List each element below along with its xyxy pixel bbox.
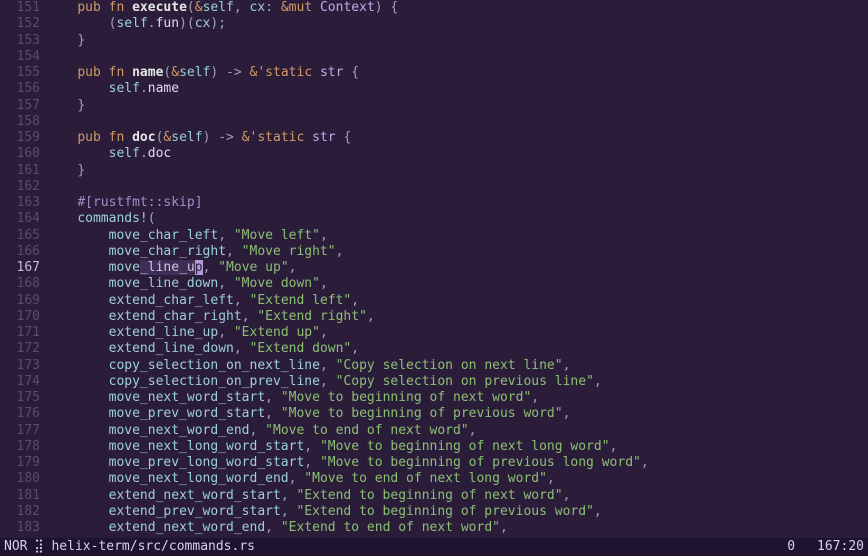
line-number: 172	[0, 341, 40, 357]
line-number: 175	[0, 390, 40, 406]
code-line[interactable]: pub fn execute(&self, cx: &mut Context) …	[46, 0, 868, 16]
code-line[interactable]: move_char_right, "Move right",	[46, 244, 868, 260]
mode-indicator: NOR	[4, 539, 27, 555]
line-number: 159	[0, 130, 40, 146]
code-line[interactable]: extend_char_right, "Extend right",	[46, 309, 868, 325]
code-line[interactable]: }	[46, 163, 868, 179]
line-number: 169	[0, 293, 40, 309]
line-number-gutter: 1511521531541551561571581591601611621631…	[0, 0, 46, 538]
line-number: 171	[0, 325, 40, 341]
code-line[interactable]: copy_selection_on_next_line, "Copy selec…	[46, 358, 868, 374]
code-line[interactable]: extend_next_word_start, "Extend to begin…	[46, 488, 868, 504]
line-number: 152	[0, 16, 40, 32]
code-line[interactable]: (self.fun)(cx);	[46, 16, 868, 32]
status-bar: NOR ⣽ helix-term/src/commands.rs 0 167:2…	[0, 538, 868, 556]
code-line[interactable]	[46, 179, 868, 195]
code-line[interactable]: copy_selection_on_prev_line, "Copy selec…	[46, 374, 868, 390]
line-number: 178	[0, 439, 40, 455]
file-path: helix-term/src/commands.rs	[51, 539, 255, 555]
line-number: 174	[0, 374, 40, 390]
code-line[interactable]: move_next_long_word_start, "Move to begi…	[46, 439, 868, 455]
code-line[interactable]: self.doc	[46, 146, 868, 162]
line-number: 166	[0, 244, 40, 260]
code-line[interactable]: self.name	[46, 81, 868, 97]
line-number: 167	[0, 260, 40, 276]
code-line[interactable]: }	[46, 98, 868, 114]
line-number: 157	[0, 98, 40, 114]
line-number: 183	[0, 520, 40, 536]
code-line[interactable]: pub fn name(&self) -> &'static str {	[46, 65, 868, 81]
code-line[interactable]: pub fn doc(&self) -> &'static str {	[46, 130, 868, 146]
line-number: 161	[0, 163, 40, 179]
line-number: 176	[0, 406, 40, 422]
line-number: 154	[0, 49, 40, 65]
code-line[interactable]	[46, 49, 868, 65]
line-number: 155	[0, 65, 40, 81]
line-number: 168	[0, 276, 40, 292]
line-number: 170	[0, 309, 40, 325]
code-line[interactable]: extend_next_word_end, "Extend to end of …	[46, 520, 868, 536]
code-line[interactable]: move_prev_word_start, "Move to beginning…	[46, 406, 868, 422]
code-line[interactable]: move_prev_long_word_start, "Move to begi…	[46, 455, 868, 471]
code-line[interactable]: extend_line_down, "Extend down",	[46, 341, 868, 357]
diagnostic-count: 0	[787, 539, 795, 555]
line-number: 153	[0, 33, 40, 49]
cursor-position: 167:20	[817, 539, 864, 555]
code-line[interactable]	[46, 114, 868, 130]
code-line[interactable]: extend_prev_word_start, "Extend to begin…	[46, 504, 868, 520]
spinner-icon: ⣽	[31, 539, 45, 555]
code-line[interactable]: extend_char_left, "Extend left",	[46, 293, 868, 309]
code-area[interactable]: pub fn execute(&self, cx: &mut Context) …	[46, 0, 868, 538]
code-line[interactable]: }	[46, 33, 868, 49]
code-line[interactable]: move_line_down, "Move down",	[46, 276, 868, 292]
line-number: 177	[0, 423, 40, 439]
code-line[interactable]: move_line_up, "Move up",	[46, 260, 868, 276]
code-line[interactable]: move_next_word_start, "Move to beginning…	[46, 390, 868, 406]
line-number: 165	[0, 228, 40, 244]
line-number: 179	[0, 455, 40, 471]
line-number: 156	[0, 81, 40, 97]
line-number: 160	[0, 146, 40, 162]
line-number: 151	[0, 0, 40, 16]
code-line[interactable]: move_next_word_end, "Move to end of next…	[46, 423, 868, 439]
code-line[interactable]: move_char_left, "Move left",	[46, 228, 868, 244]
line-number: 162	[0, 179, 40, 195]
line-number: 173	[0, 358, 40, 374]
line-number: 158	[0, 114, 40, 130]
code-line[interactable]: #[rustfmt::skip]	[46, 195, 868, 211]
line-number: 164	[0, 211, 40, 227]
editor-viewport[interactable]: 1511521531541551561571581591601611621631…	[0, 0, 868, 538]
code-line[interactable]: extend_line_up, "Extend up",	[46, 325, 868, 341]
line-number: 163	[0, 195, 40, 211]
line-number: 181	[0, 488, 40, 504]
line-number: 182	[0, 504, 40, 520]
code-line[interactable]: move_next_long_word_end, "Move to end of…	[46, 471, 868, 487]
line-number: 180	[0, 471, 40, 487]
code-line[interactable]: commands!(	[46, 211, 868, 227]
